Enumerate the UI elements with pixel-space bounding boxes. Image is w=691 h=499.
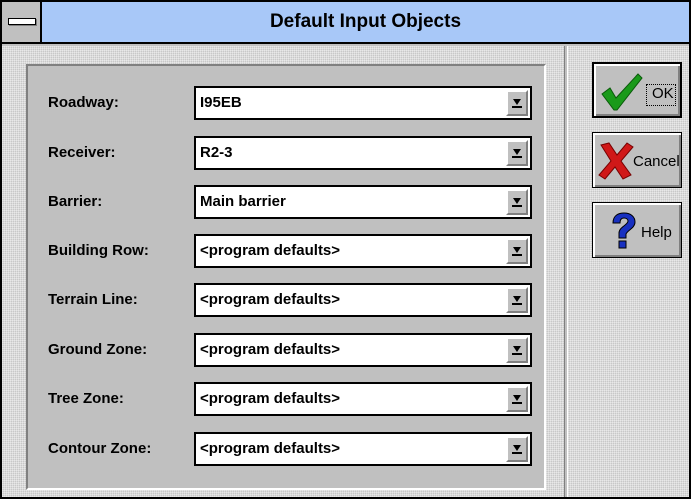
building-row-label: Building Row: bbox=[48, 242, 149, 259]
dialog-client-area: Roadway: I95EB Receiver: R2-3 Barrier: M… bbox=[2, 46, 689, 497]
cancel-button[interactable]: Cancel bbox=[592, 132, 682, 188]
building-row-row: Building Row: <program defaults> bbox=[28, 234, 544, 268]
tree-zone-row: Tree Zone: <program defaults> bbox=[28, 382, 544, 416]
dropdown-arrow-icon bbox=[512, 346, 522, 355]
ok-button-label: OK bbox=[652, 85, 674, 102]
terrain-line-label: Terrain Line: bbox=[48, 291, 138, 308]
cancel-button-label: Cancel bbox=[633, 153, 680, 170]
fields-area: Roadway: I95EB Receiver: R2-3 Barrier: M… bbox=[2, 46, 564, 497]
dropdown-arrow-icon bbox=[512, 395, 522, 404]
tree-zone-value: <program defaults> bbox=[200, 390, 341, 407]
ground-zone-combobox[interactable]: <program defaults> bbox=[194, 333, 532, 367]
contour-zone-label: Contour Zone: bbox=[48, 440, 152, 457]
tree-zone-label: Tree Zone: bbox=[48, 390, 124, 407]
terrain-line-row: Terrain Line: <program defaults> bbox=[28, 283, 544, 317]
system-menu-icon bbox=[8, 18, 36, 25]
contour-zone-value: <program defaults> bbox=[200, 440, 341, 457]
barrier-combobox[interactable]: Main barrier bbox=[194, 185, 532, 219]
terrain-line-value: <program defaults> bbox=[200, 291, 341, 308]
receiver-dropdown-button[interactable] bbox=[506, 140, 528, 166]
roadway-dropdown-button[interactable] bbox=[506, 90, 528, 116]
title-bar[interactable]: Default Input Objects bbox=[2, 2, 689, 44]
red-x-icon bbox=[598, 142, 634, 180]
ground-zone-label: Ground Zone: bbox=[48, 341, 148, 358]
receiver-label: Receiver: bbox=[48, 144, 116, 161]
ok-button[interactable]: OK bbox=[592, 62, 682, 118]
contour-zone-row: Contour Zone: <program defaults> bbox=[28, 432, 544, 466]
window-title: Default Input Objects bbox=[269, 11, 462, 32]
barrier-label: Barrier: bbox=[48, 193, 103, 210]
receiver-row: Receiver: R2-3 bbox=[28, 136, 544, 170]
question-mark-icon bbox=[612, 212, 636, 249]
contour-zone-dropdown-button[interactable] bbox=[506, 436, 528, 462]
dropdown-arrow-icon bbox=[512, 247, 522, 256]
barrier-row: Barrier: Main barrier bbox=[28, 185, 544, 219]
roadway-value: I95EB bbox=[200, 94, 242, 111]
dialog-window: Default Input Objects Roadway: I95EB Rec… bbox=[0, 0, 691, 499]
barrier-dropdown-button[interactable] bbox=[506, 189, 528, 215]
green-checkmark-icon bbox=[601, 73, 643, 111]
dropdown-arrow-icon bbox=[512, 149, 522, 158]
dropdown-arrow-icon bbox=[512, 99, 522, 108]
terrain-line-combobox[interactable]: <program defaults> bbox=[194, 283, 532, 317]
building-row-dropdown-button[interactable] bbox=[506, 238, 528, 264]
vertical-divider bbox=[564, 46, 568, 497]
fields-panel: Roadway: I95EB Receiver: R2-3 Barrier: M… bbox=[26, 64, 546, 490]
contour-zone-combobox[interactable]: <program defaults> bbox=[194, 432, 532, 466]
dropdown-arrow-icon bbox=[512, 198, 522, 207]
tree-zone-combobox[interactable]: <program defaults> bbox=[194, 382, 532, 416]
roadway-label: Roadway: bbox=[48, 94, 119, 111]
ground-zone-row: Ground Zone: <program defaults> bbox=[28, 333, 544, 367]
system-menu-button[interactable] bbox=[2, 2, 42, 42]
roadway-row: Roadway: I95EB bbox=[28, 86, 544, 120]
dropdown-arrow-icon bbox=[512, 445, 522, 454]
tree-zone-dropdown-button[interactable] bbox=[506, 386, 528, 412]
barrier-value: Main barrier bbox=[200, 193, 286, 210]
building-row-value: <program defaults> bbox=[200, 242, 341, 259]
help-button-label: Help bbox=[641, 224, 672, 241]
ground-zone-dropdown-button[interactable] bbox=[506, 337, 528, 363]
receiver-value: R2-3 bbox=[200, 144, 233, 161]
receiver-combobox[interactable]: R2-3 bbox=[194, 136, 532, 170]
help-button[interactable]: Help bbox=[592, 202, 682, 258]
building-row-combobox[interactable]: <program defaults> bbox=[194, 234, 532, 268]
terrain-line-dropdown-button[interactable] bbox=[506, 287, 528, 313]
dropdown-arrow-icon bbox=[512, 296, 522, 305]
ground-zone-value: <program defaults> bbox=[200, 341, 341, 358]
roadway-combobox[interactable]: I95EB bbox=[194, 86, 532, 120]
